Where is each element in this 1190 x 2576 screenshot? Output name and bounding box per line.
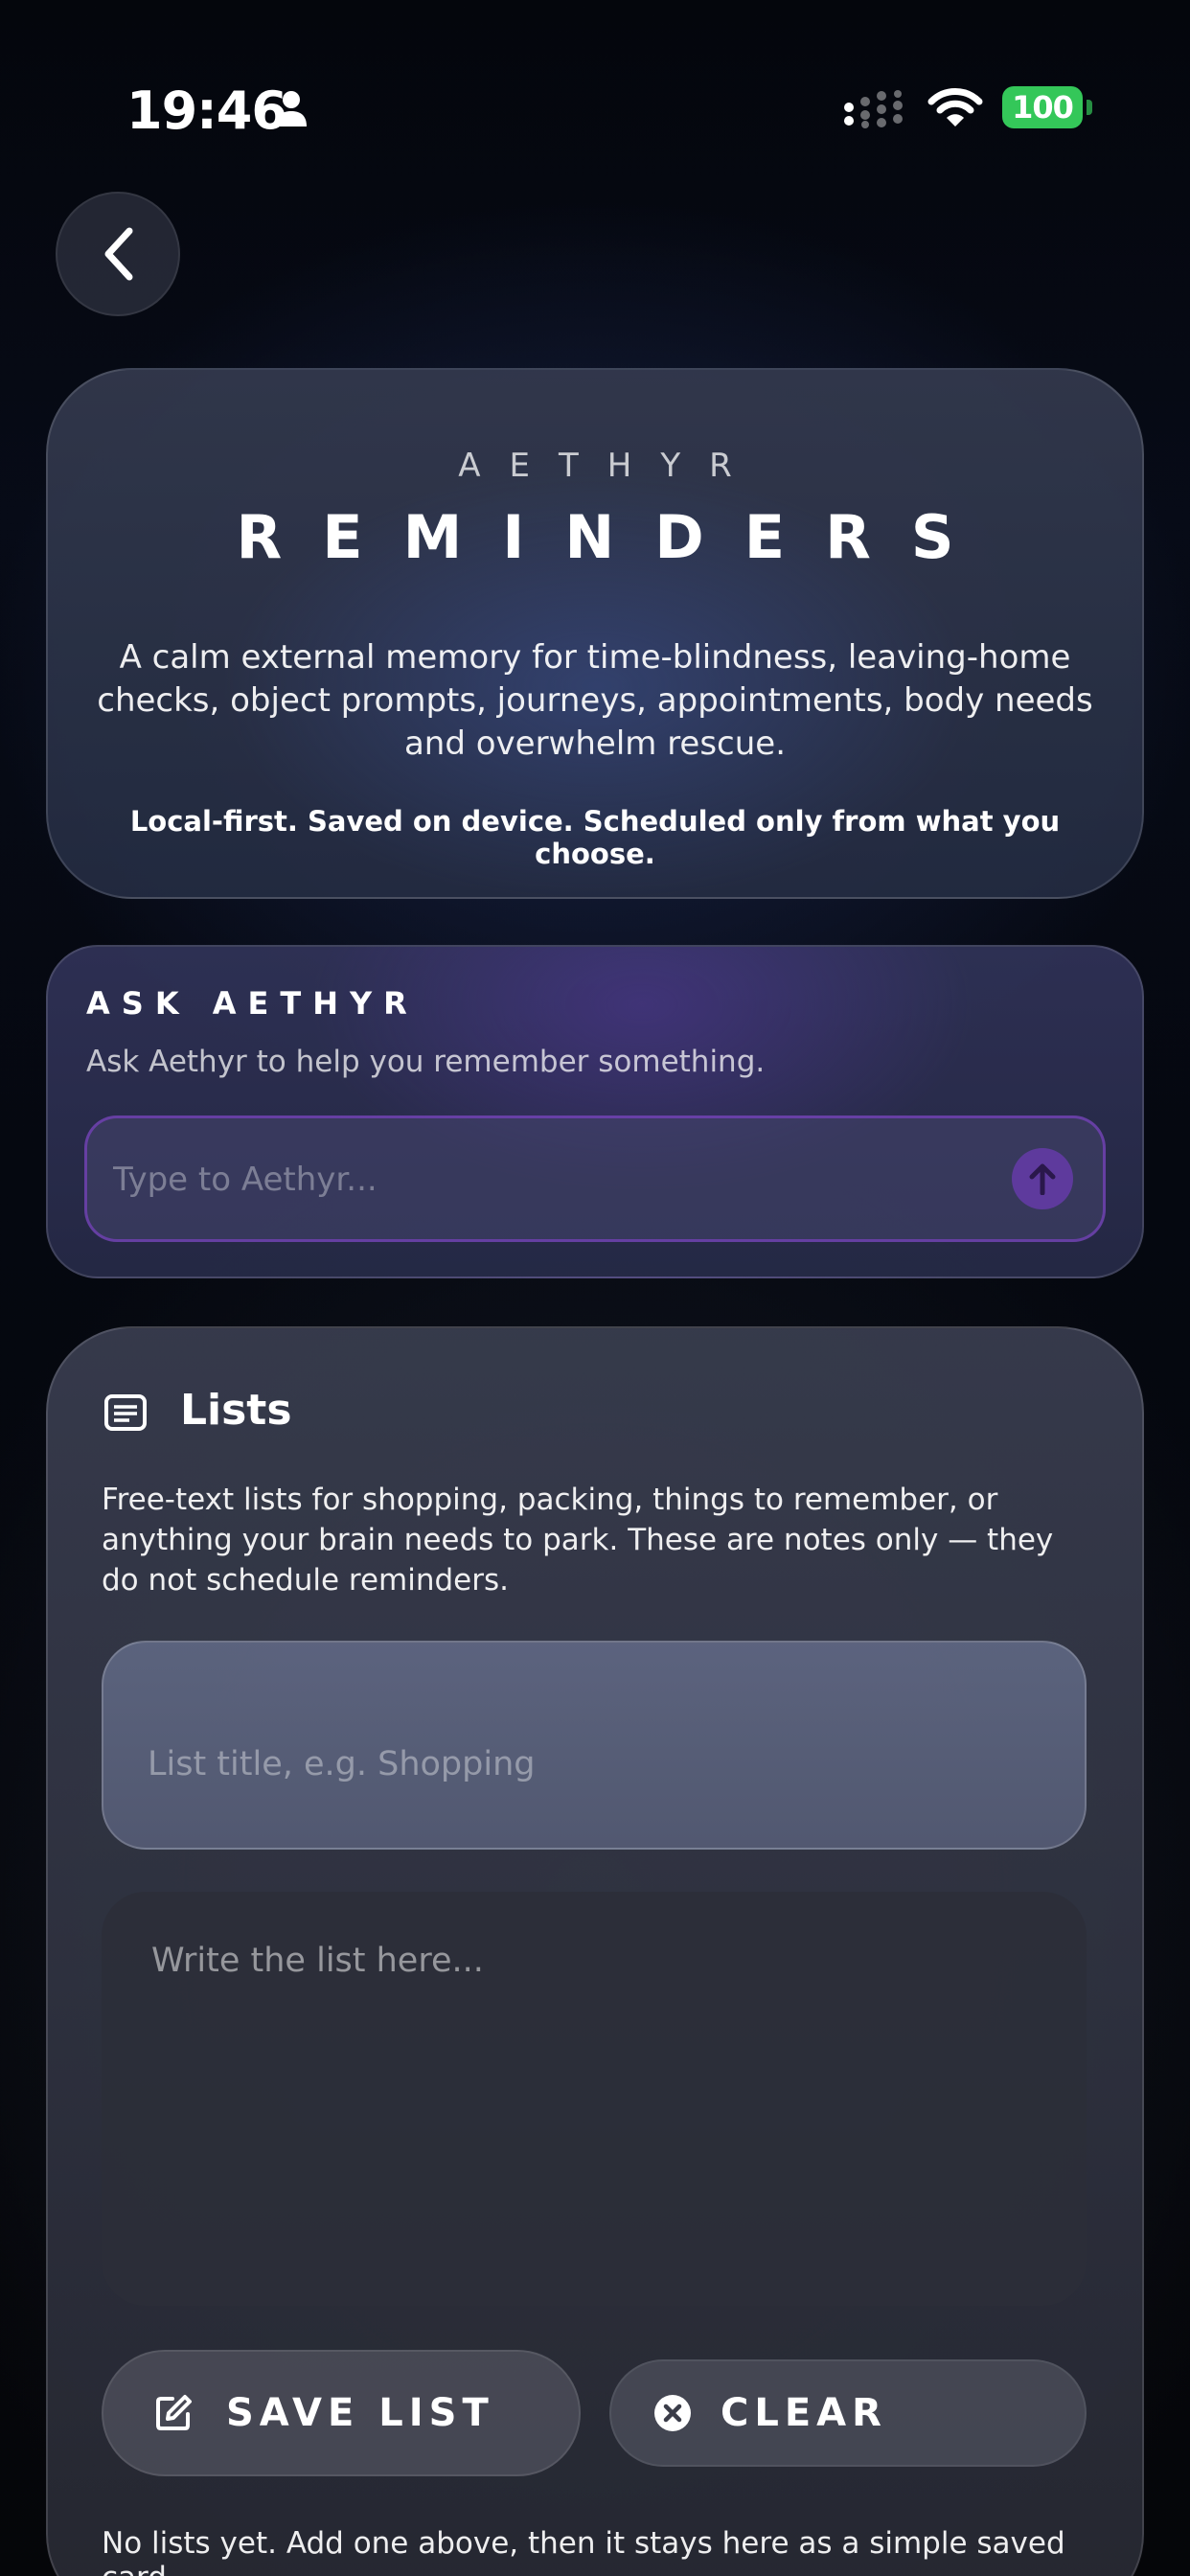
brand-name: AETHYR	[458, 447, 761, 485]
hero-note: Local-first. Saved on device. Scheduled …	[129, 805, 1061, 870]
chevron-left-icon	[104, 227, 133, 281]
wifi-icon	[927, 88, 983, 126]
close-circle-icon	[654, 2395, 691, 2431]
empty-lists-message: No lists yet. Add one above, then it sta…	[102, 2526, 1065, 2576]
cellular-signal-icon	[844, 90, 903, 128]
status-time: 19:46	[126, 80, 287, 141]
battery-icon: 100	[1002, 86, 1083, 128]
clear-label: CLEAR	[721, 2391, 887, 2435]
ask-aethyr-input[interactable]	[113, 1146, 975, 1213]
person-icon	[276, 91, 307, 126]
save-list-label: SAVE LIST	[226, 2391, 494, 2435]
back-button[interactable]	[56, 192, 180, 316]
list-body-input[interactable]	[102, 1892, 1087, 2306]
clear-button[interactable]: CLEAR	[609, 2359, 1087, 2467]
edit-icon	[156, 2395, 192, 2430]
lists-description: Free-text lists for shopping, packing, t…	[102, 1483, 1054, 1598]
save-list-button[interactable]: SAVE LIST	[102, 2350, 581, 2476]
hero-description: A calm external memory for time-blindnes…	[97, 638, 1093, 763]
arrow-up-icon	[1029, 1163, 1056, 1195]
battery-level: 100	[1012, 89, 1074, 126]
list-icon	[104, 1394, 147, 1431]
page-title: REMINDERS	[236, 502, 995, 572]
ask-aethyr-subtitle: Ask Aethyr to help you remember somethin…	[86, 1045, 766, 1079]
lists-title: Lists	[180, 1386, 292, 1435]
ask-aethyr-title: ASK AETHYR	[86, 985, 419, 1022]
battery-nub	[1087, 100, 1092, 115]
list-title-input[interactable]	[102, 1641, 1087, 1850]
send-button[interactable]	[1012, 1148, 1073, 1209]
